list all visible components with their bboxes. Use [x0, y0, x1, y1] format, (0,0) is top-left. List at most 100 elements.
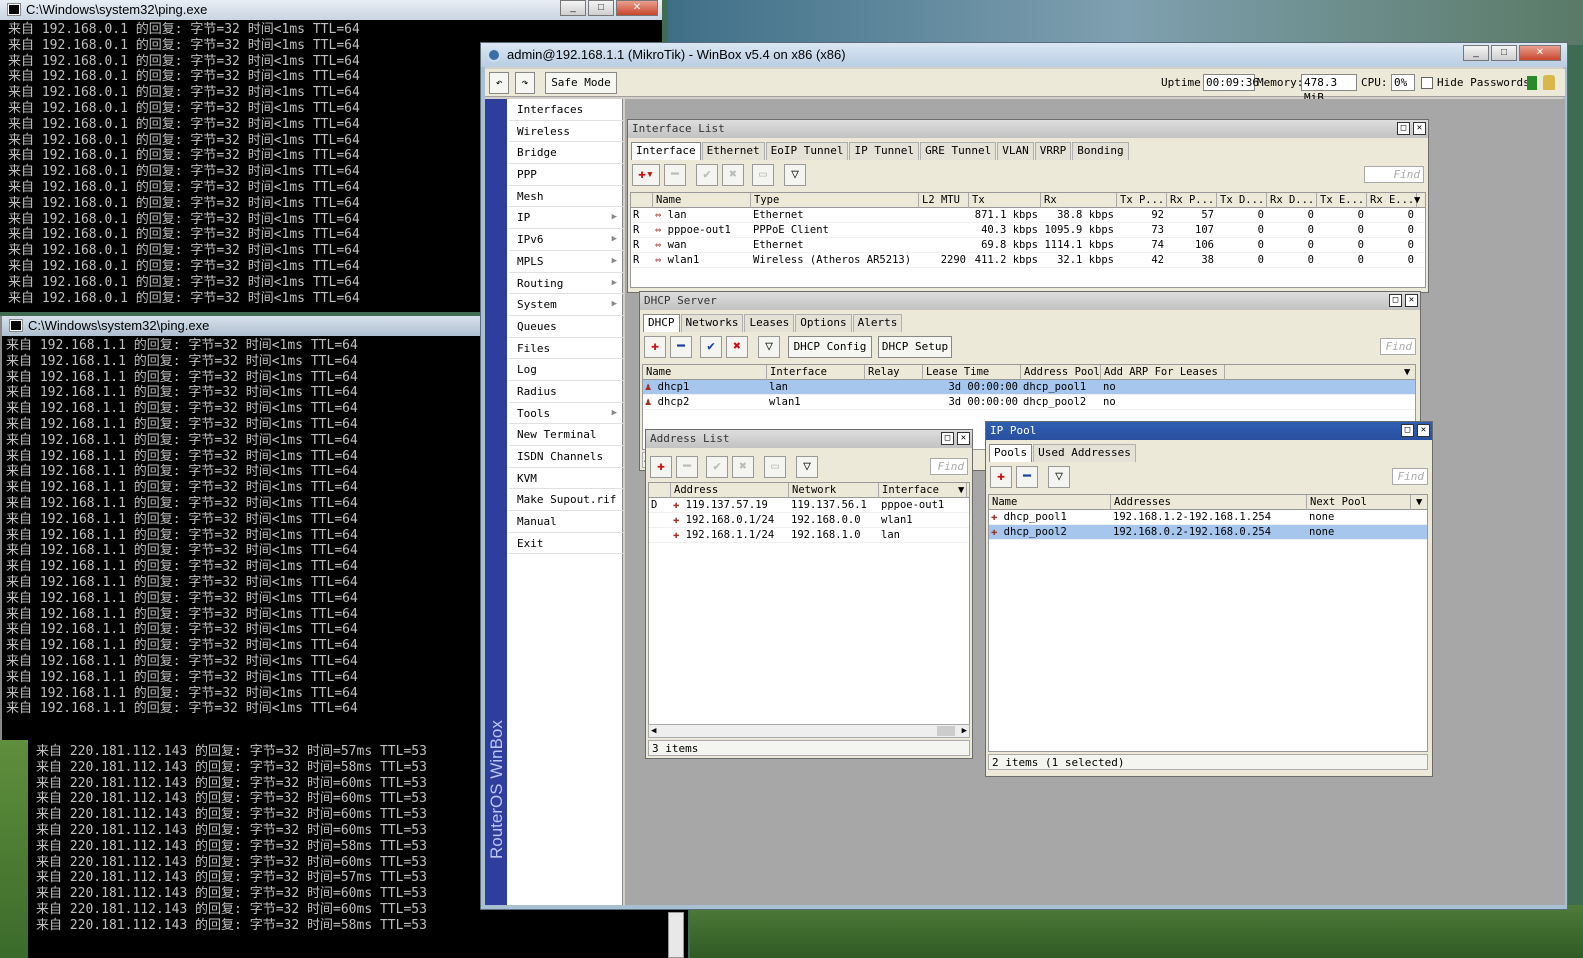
safe-mode-button[interactable]: Safe Mode	[545, 72, 617, 94]
column-header[interactable]: Network	[789, 483, 879, 498]
column-header[interactable]: Rx D...	[1267, 193, 1317, 208]
column-header[interactable]: Address Pool	[1021, 365, 1101, 380]
column-header[interactable]: Rx	[1041, 193, 1117, 208]
column-header[interactable]: Rx E...	[1367, 193, 1417, 208]
column-chooser-icon[interactable]: ▼	[1413, 495, 1427, 510]
column-header[interactable]: Tx	[969, 193, 1041, 208]
interface-list-titlebar[interactable]: Interface List □ ✕	[628, 120, 1428, 138]
table-row[interactable]: R ⇔ wan Ethernet 69.8 kbps 1114.1 kbps 74 106 0…	[631, 238, 1425, 253]
tab-options[interactable]: Options	[795, 314, 852, 332]
cmd2-titlebar[interactable]: C:\Windows\system32\ping.exe	[2, 316, 480, 336]
undo-button[interactable]: ↶	[489, 72, 509, 94]
disable-button[interactable]: ✖	[732, 456, 754, 478]
tab-bonding[interactable]: Bonding	[1072, 142, 1129, 160]
column-header[interactable]: Rx P...	[1167, 193, 1217, 208]
menu-item-queues[interactable]: Queues	[509, 316, 623, 338]
column-header[interactable]: Name	[653, 193, 751, 208]
cmd1-titlebar[interactable]: C:\Windows\system32\ping.exe _ □ ✕	[0, 0, 662, 20]
menu-item-mesh[interactable]: Mesh	[509, 186, 623, 208]
dhcp-config-button[interactable]: DHCP Config	[788, 336, 872, 358]
remove-button[interactable]: ━	[670, 336, 692, 358]
menu-item-mpls[interactable]: MPLS ▶	[509, 251, 623, 273]
tab-gre-tunnel[interactable]: GRE Tunnel	[920, 142, 997, 160]
column-header[interactable]: Tx P...	[1117, 193, 1167, 208]
menu-item-tools[interactable]: Tools ▶	[509, 403, 623, 425]
column-header[interactable]: Lease Time	[923, 365, 1021, 380]
tab-dhcp[interactable]: DHCP	[643, 314, 680, 332]
maximize-button[interactable]: □	[1491, 45, 1517, 61]
ip-pool-titlebar[interactable]: IP Pool □ ✕	[986, 422, 1432, 440]
table-row[interactable]: ✚ 192.168.0.1/24 192.168.0.0 wlan1	[649, 513, 969, 528]
column-header[interactable]: Next Pool	[1307, 495, 1411, 510]
find-input[interactable]: Find	[930, 458, 968, 475]
column-header[interactable]: Tx D...	[1217, 193, 1267, 208]
column-header[interactable]: Interface	[879, 483, 967, 498]
menu-item-interfaces[interactable]: Interfaces	[509, 99, 623, 121]
find-input[interactable]: Find	[1380, 338, 1416, 355]
restore-button[interactable]: □	[1389, 294, 1402, 307]
column-header[interactable]	[631, 193, 653, 208]
menu-item-log[interactable]: Log	[509, 359, 623, 381]
add-button[interactable]: ✚▾	[632, 164, 660, 186]
minimize-button[interactable]: _	[560, 0, 586, 16]
disable-button[interactable]: ✖	[722, 164, 744, 186]
menu-item-routing[interactable]: Routing ▶	[509, 273, 623, 295]
winbox-titlebar[interactable]: admin@192.168.1.1 (MikroTik) - WinBox v5…	[481, 43, 1567, 67]
remove-button[interactable]: ━	[664, 164, 686, 186]
menu-item-files[interactable]: Files	[509, 338, 623, 360]
menu-item-system[interactable]: System ▶	[509, 294, 623, 316]
tab-pools[interactable]: Pools	[989, 444, 1033, 462]
table-row[interactable]: ♟ dhcp1 lan 3d 00:00:00 dhcp_pool1 no	[643, 380, 1415, 395]
remove-button[interactable]: ━	[1016, 466, 1038, 488]
column-header[interactable]: Interface	[767, 365, 865, 380]
column-header[interactable]: Type	[751, 193, 919, 208]
tab-vlan[interactable]: VLAN	[997, 142, 1034, 160]
column-chooser-icon[interactable]: ▼	[1411, 193, 1425, 208]
comment-button[interactable]: ▭	[764, 456, 786, 478]
comment-button[interactable]: ▭	[752, 164, 774, 186]
find-input[interactable]: Find	[1364, 166, 1424, 183]
redo-button[interactable]: ↷	[515, 72, 535, 94]
menu-item-ipv6[interactable]: IPv6 ▶	[509, 229, 623, 251]
ip-pool-window[interactable]: IP Pool □ ✕ Pools Used Addresses ✚ ━ ▽ Fin…	[985, 421, 1433, 777]
menu-item-ppp[interactable]: PPP	[509, 164, 623, 186]
remove-button[interactable]: ━	[676, 456, 698, 478]
menu-item-isdn-channels[interactable]: ISDN Channels	[509, 446, 623, 468]
column-header[interactable]: Addresses	[1111, 495, 1307, 510]
table-row[interactable]: ✚ dhcp_pool2 192.168.0.2-192.168.0.254 non…	[989, 525, 1427, 540]
column-header[interactable]: Relay	[865, 365, 923, 380]
find-input[interactable]: Find	[1392, 468, 1428, 485]
enable-button[interactable]: ✔	[706, 456, 728, 478]
hide-passwords-checkbox[interactable]	[1421, 77, 1433, 89]
table-row[interactable]: ✚ 192.168.1.1/24 192.168.1.0 lan	[649, 528, 969, 543]
column-header[interactable]: L2 MTU	[919, 193, 969, 208]
cmd-window-2[interactable]: C:\Windows\system32\ping.exe 来自 192.168.…	[0, 316, 480, 740]
column-chooser-icon[interactable]: ▼	[1401, 365, 1415, 380]
filter-icon[interactable]: ▽	[796, 456, 818, 478]
tab-vrrp[interactable]: VRRP	[1034, 142, 1072, 160]
tab-alerts[interactable]: Alerts	[852, 314, 903, 332]
menu-item-wireless[interactable]: Wireless	[509, 121, 623, 143]
menu-item-exit[interactable]: Exit	[509, 533, 623, 555]
menu-item-radius[interactable]: Radius	[509, 381, 623, 403]
tab-leases[interactable]: Leases	[744, 314, 795, 332]
tab-networks[interactable]: Networks	[680, 314, 744, 332]
close-button[interactable]: ✕	[1405, 294, 1418, 307]
column-header[interactable]: Tx E...	[1317, 193, 1367, 208]
close-button[interactable]: ✕	[1417, 424, 1430, 437]
dhcp-setup-button[interactable]: DHCP Setup	[878, 336, 952, 358]
menu-item-kvm[interactable]: KVM	[509, 468, 623, 490]
menu-item-bridge[interactable]: Bridge	[509, 142, 623, 165]
table-row[interactable]: D ✚ 119.137.57.19 119.137.56.1 pppoe-out1	[649, 498, 969, 513]
maximize-button[interactable]: □	[588, 0, 614, 16]
table-row[interactable]: ✚ dhcp_pool1 192.168.1.2-192.168.1.254 non…	[989, 510, 1427, 525]
tab-ip-tunnel[interactable]: IP Tunnel	[849, 142, 920, 160]
restore-button[interactable]: □	[1401, 424, 1414, 437]
table-row[interactable]: ♟ dhcp2 wlan1 3d 00:00:00 dhcp_pool2 no	[643, 395, 1415, 410]
menu-item-new-terminal[interactable]: New Terminal	[509, 424, 623, 446]
add-button[interactable]: ✚	[990, 466, 1012, 488]
enable-button[interactable]: ✔	[696, 164, 718, 186]
column-header[interactable]: Add ARP For Leases	[1101, 365, 1225, 380]
disable-button[interactable]: ✖	[726, 336, 748, 358]
address-list-titlebar[interactable]: Address List □ ✕	[646, 430, 972, 448]
